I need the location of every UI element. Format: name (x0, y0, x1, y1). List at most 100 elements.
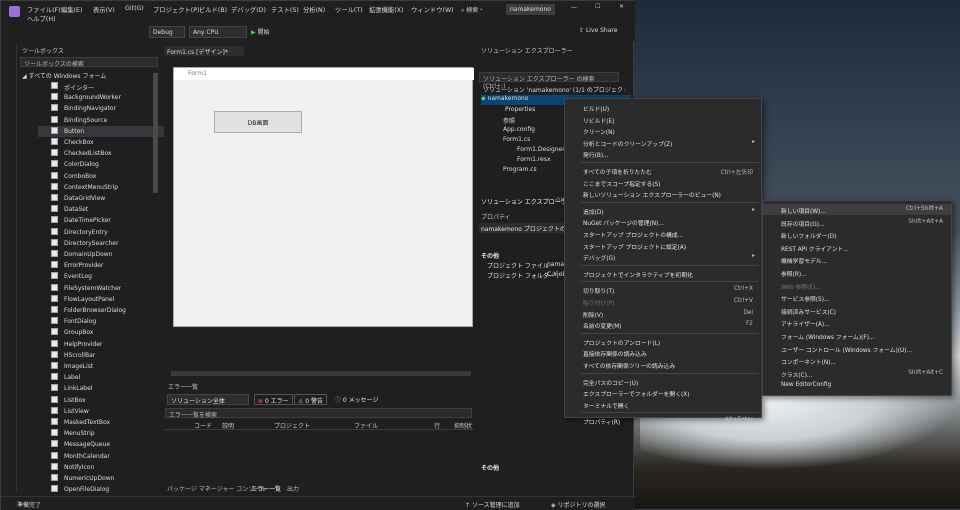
toolbox-group[interactable]: ◢ すべての Windows フォーム (22, 71, 106, 80)
context-menu-item[interactable]: コンポーネント(N)... (763, 355, 951, 366)
toolbox-item[interactable]: ComboBox (38, 171, 168, 182)
context-menu-item[interactable]: 分析とコードのクリーンアップ(Z) ▸ (565, 137, 761, 148)
context-menu-item[interactable]: クリーン(N) (565, 125, 761, 136)
tree-node[interactable]: Form1.resx (517, 156, 551, 163)
context-menu-item[interactable]: クラス(C)... Shift+Alt+C (763, 368, 951, 379)
toolbox-item[interactable]: DataSet (38, 204, 168, 215)
designer-scrollbar[interactable] (171, 371, 471, 376)
warnings-filter[interactable]: ⚠ 0 警告 (294, 394, 328, 405)
menu-item[interactable]: テスト(S) (271, 5, 299, 14)
context-menu-item[interactable]: 削除(V) Del (565, 308, 761, 319)
toolbox-item[interactable]: NumericUpDown (38, 473, 168, 484)
toolbox-item[interactable]: NotifyIcon (38, 462, 168, 473)
context-menu-item[interactable]: プロパティ(R) Alt+Enter (565, 415, 761, 426)
context-menu-item[interactable]: 既存の項目(G)... Shift+Alt+A (763, 217, 951, 228)
tree-node[interactable]: Properties (505, 106, 535, 113)
designer-tab[interactable]: Form1.cs [デザイン]* (164, 46, 244, 56)
menu-item[interactable]: 拡張機能(X) (369, 5, 403, 14)
context-menu-item[interactable]: 完全パスのコピー(U) (565, 376, 761, 387)
menu-item[interactable]: ビルド(B) (199, 5, 227, 14)
toolbox-item[interactable]: ContextMenuStrip (38, 182, 168, 193)
errors-filter[interactable]: ⊗ 0 エラー (254, 394, 293, 405)
menu-item[interactable]: 編集(E) (61, 5, 83, 14)
scope-combo[interactable]: ソリューション全体 (167, 394, 249, 405)
context-menu-item[interactable]: NuGet パッケージの管理(N)... (565, 216, 761, 227)
toolbox-item[interactable]: ErrorProvider (38, 260, 168, 271)
context-menu-item[interactable]: 新しいフォルダー(D) (763, 229, 951, 240)
toolbox-item[interactable]: MenuStrip (38, 428, 168, 439)
menu-item[interactable]: 表示(V) (93, 5, 115, 14)
live-share-button[interactable]: ⇪ Live Share (579, 27, 617, 34)
context-menu-item[interactable]: 新しいソリューション エクスプローラーのビュー(N) (565, 188, 761, 199)
context-menu-item[interactable]: スタートアップ プロジェクトの構成... (565, 228, 761, 239)
toolbox-item[interactable]: ポインター (38, 81, 168, 92)
menu-item[interactable]: ツール(T) (335, 5, 363, 14)
toolbox-item[interactable]: ColorDialog (38, 159, 168, 170)
toolbox-scrollbar[interactable] (153, 73, 158, 193)
context-menu-item[interactable]: プロジェクトのアンロード(L) (565, 336, 761, 347)
toolbox-item[interactable]: Label (38, 372, 168, 383)
toolbox-item[interactable]: BackgroundWorker (38, 92, 168, 103)
context-menu-item[interactable]: スタートアップ プロジェクトに設定(A) (565, 240, 761, 251)
toolbox-item[interactable]: BindingSource (38, 115, 168, 126)
context-menu-item[interactable]: 名前の変更(M) F2 (565, 319, 761, 330)
context-menu-item[interactable]: ビルド(U) (565, 102, 761, 113)
toolbox-item[interactable]: MaskedTextBox (38, 417, 168, 428)
platform-combo[interactable]: Any CPU (189, 26, 247, 38)
context-menu-item[interactable]: New EditorConfig (763, 380, 951, 391)
toolbox-item[interactable]: DirectoryEntry (38, 227, 168, 238)
solution-search[interactable]: ソリューション エクスプローラー の検索 (Ctrl+;) (479, 72, 619, 90)
source-control-button[interactable]: ↑ ソース管理に追加 (465, 500, 520, 509)
error-list-search[interactable]: エラー一覧を検索 (165, 408, 472, 419)
close-button[interactable]: ✕ (619, 3, 624, 10)
context-menu-item[interactable]: プロジェクトでインタラクティブを初期化 (565, 268, 761, 279)
toolbox-item[interactable]: LinkLabel (38, 383, 168, 394)
toolbox-item[interactable]: ImageList (38, 361, 168, 372)
toolbox-item[interactable]: DataGridView (38, 193, 168, 204)
toolbox-item[interactable]: BindingNavigator (38, 103, 168, 114)
toolbox-item[interactable]: FlowLayoutPanel (38, 294, 168, 305)
context-menu-item[interactable]: デバッグ(G) ▸ (565, 251, 761, 262)
menu-item[interactable]: デバッグ(D) (231, 5, 266, 14)
toolbox-item[interactable]: HScrollBar (38, 350, 168, 361)
toolbox-item[interactable]: Button (38, 125, 168, 137)
minimize-button[interactable]: — (571, 4, 577, 11)
toolbox-item[interactable]: DateTimePicker (38, 215, 168, 226)
toolbox-item[interactable]: FontDialog (38, 316, 168, 327)
toolbox-item[interactable]: GroupBox (38, 327, 168, 338)
context-menu-item[interactable]: アナライザー(A)... (763, 317, 951, 328)
menu-item[interactable]: ウィンドウ(W) (411, 5, 454, 14)
toolbox-item[interactable]: OpenFileDialog (38, 484, 168, 495)
menu-item[interactable]: ヘルプ(H) (27, 14, 56, 23)
toolbox-item[interactable]: ListView (38, 406, 168, 417)
context-menu-item[interactable]: 機械学習モデル... (763, 254, 951, 265)
menu-item[interactable]: プロジェクト(P) (153, 5, 200, 14)
context-menu-item[interactable]: サービス参照(S)... (763, 292, 951, 303)
toolbox-item[interactable]: EventLog (38, 271, 168, 282)
bottom-tab[interactable]: 出力 (287, 484, 299, 493)
context-menu-item[interactable]: フォーム (Windows フォーム)(F)... (763, 330, 951, 341)
toolbox-item[interactable]: CheckBox (38, 137, 168, 148)
toolbox-item[interactable]: ListBox (38, 395, 168, 406)
context-menu-item[interactable]: すべての依存関係ツリーの読み込み (565, 359, 761, 370)
toolbox-item[interactable]: DirectorySearcher (38, 238, 168, 249)
toolbox-item[interactable]: MonthCalendar (38, 451, 168, 462)
toolbox-item[interactable]: DomainUpDown (38, 249, 168, 260)
toolbox-search[interactable]: ツールボックスの検索 (20, 57, 158, 68)
toolbox-item[interactable]: HelpProvider (38, 339, 168, 350)
config-combo[interactable]: Debug (149, 26, 185, 38)
repo-button[interactable]: ◈ リポジトリの選択 (551, 500, 606, 509)
context-menu-item[interactable]: REST API クライアント... (763, 242, 951, 253)
toolbox-item[interactable]: CheckedListBox (38, 148, 168, 159)
context-menu-item[interactable]: 接続済みサービス(C) (763, 305, 951, 316)
form1-window[interactable]: Form1 DB画面 (173, 67, 474, 327)
messages-filter[interactable]: ⓘ 0 メッセージ (332, 394, 382, 405)
context-menu-item[interactable]: 切り取り(T) Ctrl+X (565, 284, 761, 295)
context-menu-item[interactable]: ターミナルで開く (565, 399, 761, 410)
context-menu-item[interactable]: 追加(D) ▸ (565, 205, 761, 216)
toolbox-item[interactable]: MessageQueue (38, 439, 168, 450)
context-menu-item[interactable]: 直接依存関係の読み込み (565, 347, 761, 358)
context-menu-item[interactable]: 新しい項目(W)... Ctrl+Shift+A (763, 204, 951, 215)
context-menu-item[interactable]: エクスプローラーでフォルダーを開く(X) (565, 387, 761, 398)
tree-node[interactable]: Program.cs (503, 166, 537, 173)
